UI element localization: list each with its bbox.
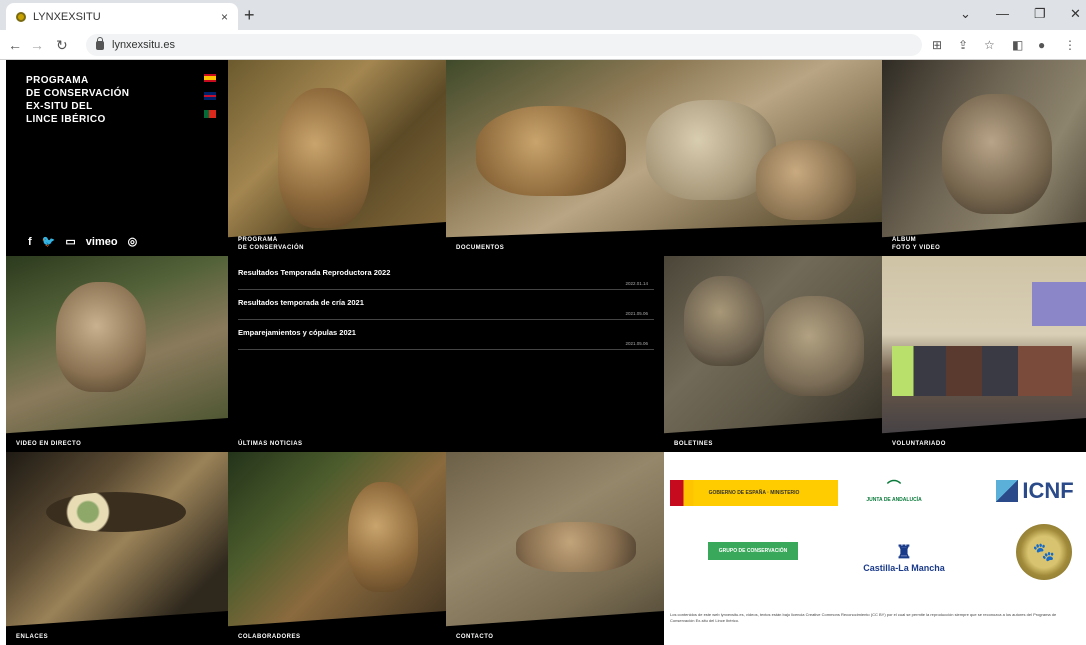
lynx-image bbox=[348, 482, 418, 592]
lynx-website: PROGRAMA DE CONSERVACIÓN EX-SITU DEL LIN… bbox=[6, 60, 1086, 645]
tile-video-directo[interactable]: VIDEO EN DIRECTO bbox=[6, 256, 228, 452]
sidepanel-icon[interactable]: ◧ bbox=[1012, 38, 1023, 52]
translate-icon[interactable]: ⊞ bbox=[932, 38, 942, 52]
back-arrow-icon[interactable]: ← bbox=[8, 37, 22, 53]
share-icon[interactable]: ⇪ bbox=[958, 38, 968, 52]
tab-search-icon[interactable]: ⌄ bbox=[960, 6, 971, 22]
tile-label: VOLUNTARIADO bbox=[892, 441, 946, 447]
program-title: PROGRAMA DE CONSERVACIÓN EX-SITU DEL LIN… bbox=[26, 75, 130, 125]
close-window-button[interactable]: ✕ bbox=[1070, 6, 1081, 22]
projector-screen bbox=[1032, 282, 1086, 326]
social-links: f 🐦 ▭ vimeo ◎ bbox=[28, 235, 138, 249]
tile-documentos[interactable]: DOCUMENTOS bbox=[446, 60, 882, 256]
news-panel: Resultados Temporada Reproductora 2022 2… bbox=[228, 256, 664, 452]
youtube-icon[interactable]: ▭ bbox=[65, 235, 75, 248]
news-item[interactable]: Emparejamientos y cópulas 2021 2021.05.0… bbox=[238, 320, 654, 350]
maximize-button[interactable]: ❐ bbox=[1034, 6, 1046, 22]
lynx-image bbox=[764, 296, 864, 396]
lynx-image bbox=[684, 276, 764, 366]
news-title: Emparejamientos y cópulas 2021 bbox=[238, 328, 356, 337]
tab-title: LYNXEXSITU bbox=[33, 10, 101, 23]
tile-album[interactable]: ALBUM FOTO Y VIDEO bbox=[882, 60, 1086, 256]
flag-portugal-icon[interactable] bbox=[204, 110, 216, 118]
url-text: lynxexsitu.es bbox=[112, 39, 175, 51]
tile-voluntariado[interactable]: VOLUNTARIADO bbox=[882, 256, 1086, 452]
tile-label: ENLACES bbox=[16, 634, 49, 640]
rabbit-image bbox=[756, 140, 856, 220]
conservation-group-logo[interactable]: GRUPO DE CONSERVACIÓN bbox=[708, 542, 798, 560]
news-item[interactable]: Resultados Temporada Reproductora 2022 2… bbox=[238, 260, 654, 290]
forward-arrow-icon[interactable]: → bbox=[30, 37, 44, 53]
tile-label: BOLETINES bbox=[674, 441, 713, 447]
partner-logos: GOBIERNO DE ESPAÑA · MINISTERIO ⌒ JUNTA … bbox=[664, 452, 1086, 645]
new-tab-button[interactable]: + bbox=[244, 5, 255, 26]
lynx-image bbox=[942, 94, 1052, 214]
lynx-eye-image bbox=[46, 492, 186, 532]
profile-icon[interactable]: ● bbox=[1038, 38, 1045, 52]
facebook-icon[interactable]: f bbox=[28, 236, 32, 248]
tile-label: DOCUMENTOS bbox=[456, 245, 505, 251]
news-item[interactable]: Resultados temporada de cría 2021 2021.0… bbox=[238, 290, 654, 320]
ministerio-logo[interactable]: GOBIERNO DE ESPAÑA · MINISTERIO bbox=[670, 480, 838, 506]
reload-icon[interactable]: ↻ bbox=[56, 37, 68, 54]
address-bar-row: ← → ↻ lynxexsitu.es ⊞ ⇪ ☆ ◧ ● ⋮ bbox=[0, 30, 1086, 60]
lynx-image bbox=[56, 282, 146, 392]
castilla-la-mancha-logo[interactable]: ♜ Castilla-La Mancha bbox=[854, 532, 954, 582]
tile-label: VIDEO EN DIRECTO bbox=[16, 441, 82, 447]
tile-programa[interactable]: PROGRAMA DE CONSERVACIÓN bbox=[228, 60, 446, 256]
lynx-image bbox=[278, 88, 370, 228]
twitter-icon[interactable]: 🐦 bbox=[42, 235, 56, 248]
lock-icon bbox=[96, 36, 104, 50]
instagram-icon[interactable]: ◎ bbox=[128, 235, 138, 248]
people-image bbox=[892, 346, 1072, 396]
flag-uk-icon[interactable] bbox=[204, 92, 216, 100]
favicon-icon bbox=[16, 11, 26, 22]
tile-label: ÚLTIMAS NOTICIAS bbox=[238, 441, 303, 447]
lynx-image bbox=[516, 522, 636, 572]
icnf-logo[interactable]: ICNF bbox=[990, 476, 1080, 506]
license-text: Los contenidos de este web lynxexsitu.es… bbox=[670, 612, 1057, 623]
tile-contacto[interactable]: CONTACTO bbox=[446, 452, 664, 645]
junta-andalucia-logo[interactable]: ⌒ JUNTA DE ANDALUCÍA bbox=[864, 472, 924, 508]
lynx-cub-image bbox=[476, 106, 626, 196]
menu-icon[interactable]: ⋮ bbox=[1064, 38, 1076, 52]
tile-label: ALBUM FOTO Y VIDEO bbox=[892, 237, 941, 251]
news-date: 2021.05.06 bbox=[625, 341, 648, 346]
news-title: Resultados temporada de cría 2021 bbox=[238, 298, 364, 307]
minimize-button[interactable]: — bbox=[996, 6, 1009, 21]
tile-label: COLABORADORES bbox=[238, 634, 301, 640]
browser-tab-bar: LYNXEXSITU × + ⌄ — ❐ ✕ bbox=[0, 0, 1086, 30]
tile-enlaces[interactable]: ENLACES bbox=[6, 452, 228, 645]
tile-label: CONTACTO bbox=[456, 634, 494, 640]
paw-seal-logo[interactable]: 🐾 bbox=[1016, 524, 1072, 580]
tile-label: PROGRAMA DE CONSERVACIÓN bbox=[238, 237, 304, 251]
tile-boletines[interactable]: BOLETINES bbox=[664, 256, 882, 452]
flag-spain-icon[interactable] bbox=[204, 74, 216, 82]
news-date: 2022.01.14 bbox=[625, 281, 648, 286]
tab-close-icon[interactable]: × bbox=[221, 10, 228, 24]
news-title: Resultados Temporada Reproductora 2022 bbox=[238, 268, 391, 277]
program-intro-panel: PROGRAMA DE CONSERVACIÓN EX-SITU DEL LIN… bbox=[6, 60, 228, 256]
news-date: 2021.05.06 bbox=[625, 311, 648, 316]
bookmark-star-icon[interactable]: ☆ bbox=[984, 38, 995, 52]
tile-colaboradores[interactable]: COLABORADORES bbox=[228, 452, 446, 645]
vimeo-icon[interactable]: vimeo bbox=[86, 236, 118, 248]
url-bar[interactable]: lynxexsitu.es bbox=[86, 34, 922, 56]
browser-tab[interactable]: LYNXEXSITU × bbox=[6, 3, 238, 30]
